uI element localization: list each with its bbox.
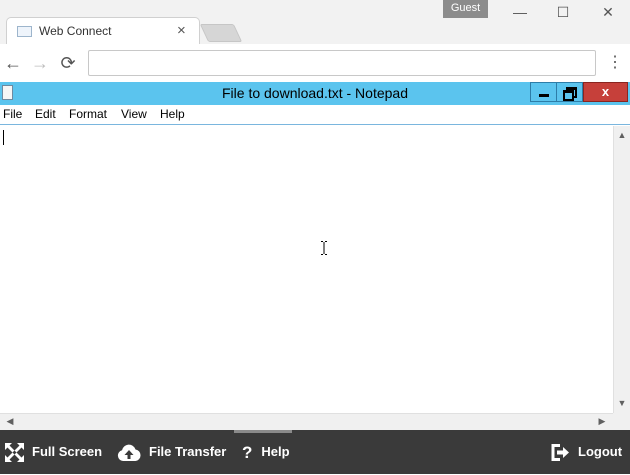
page-icon — [17, 26, 32, 37]
help-label: Help — [261, 444, 290, 459]
address-bar-input[interactable] — [88, 50, 596, 76]
menu-view[interactable]: View — [121, 107, 147, 121]
browser-toolbar: ← → ⟳ ⋮ — [0, 44, 630, 83]
help-icon: ? — [242, 442, 253, 462]
tab-close-icon[interactable]: × — [177, 22, 186, 39]
window-minimize-button[interactable]: — — [510, 4, 530, 20]
window-maximize-button[interactable]: ☐ — [553, 4, 573, 20]
tab-title: Web Connect — [39, 24, 112, 38]
menu-dots-icon[interactable]: ⋮ — [607, 52, 623, 74]
back-arrow-icon[interactable]: ← — [2, 52, 24, 74]
notepad-menu-bar: File Edit Format View Help — [0, 105, 630, 124]
logout-button[interactable]: Logout — [551, 430, 622, 474]
forward-arrow-icon[interactable]: → — [29, 52, 51, 74]
guest-profile-badge[interactable]: Guest — [443, 0, 488, 18]
notepad-text-area[interactable] — [0, 126, 613, 413]
reload-icon[interactable]: ⟳ — [57, 52, 79, 74]
scroll-down-icon[interactable]: ▼ — [614, 398, 630, 408]
scroll-left-icon[interactable]: ◀ — [2, 416, 18, 427]
full-screen-button[interactable]: Full Screen — [5, 430, 102, 474]
fullscreen-icon — [5, 443, 24, 463]
menu-edit[interactable]: Edit — [35, 107, 56, 121]
notepad-title-bar[interactable]: File to download.txt - Notepad x — [0, 82, 630, 105]
browser-tab-strip: Guest — ☐ ✕ Web Connect × — [0, 0, 630, 46]
menu-format[interactable]: Format — [69, 107, 107, 121]
file-transfer-label: File Transfer — [149, 444, 227, 459]
new-tab-button[interactable] — [199, 24, 243, 42]
horizontal-scrollbar[interactable]: ◀ ▶ — [0, 413, 613, 430]
help-button[interactable]: ? Help — [242, 430, 290, 474]
window-close-button[interactable]: ✕ — [598, 4, 618, 20]
logout-icon — [551, 444, 569, 462]
menu-file[interactable]: File — [3, 107, 22, 121]
notepad-close-button[interactable]: x — [583, 82, 628, 102]
notepad-minimize-button[interactable] — [530, 82, 557, 102]
file-transfer-button[interactable]: File Transfer — [117, 430, 226, 474]
text-caret — [3, 130, 4, 145]
menu-divider — [0, 124, 630, 125]
menu-help[interactable]: Help — [160, 107, 185, 121]
cloud-upload-icon — [117, 444, 141, 461]
scroll-up-icon[interactable]: ▲ — [614, 130, 630, 140]
vertical-scrollbar[interactable]: ▲ ▼ — [613, 126, 630, 413]
scrollbar-corner — [613, 413, 630, 430]
text-cursor-icon — [321, 241, 327, 255]
full-screen-label: Full Screen — [32, 444, 103, 459]
scroll-right-icon[interactable]: ▶ — [594, 416, 610, 427]
logout-label: Logout — [578, 444, 623, 459]
remote-session-toolbar: Full Screen File Transfer ? Help Logout — [0, 430, 630, 474]
browser-tab-web-connect[interactable]: Web Connect × — [6, 17, 200, 46]
notepad-restore-button[interactable] — [557, 82, 583, 102]
